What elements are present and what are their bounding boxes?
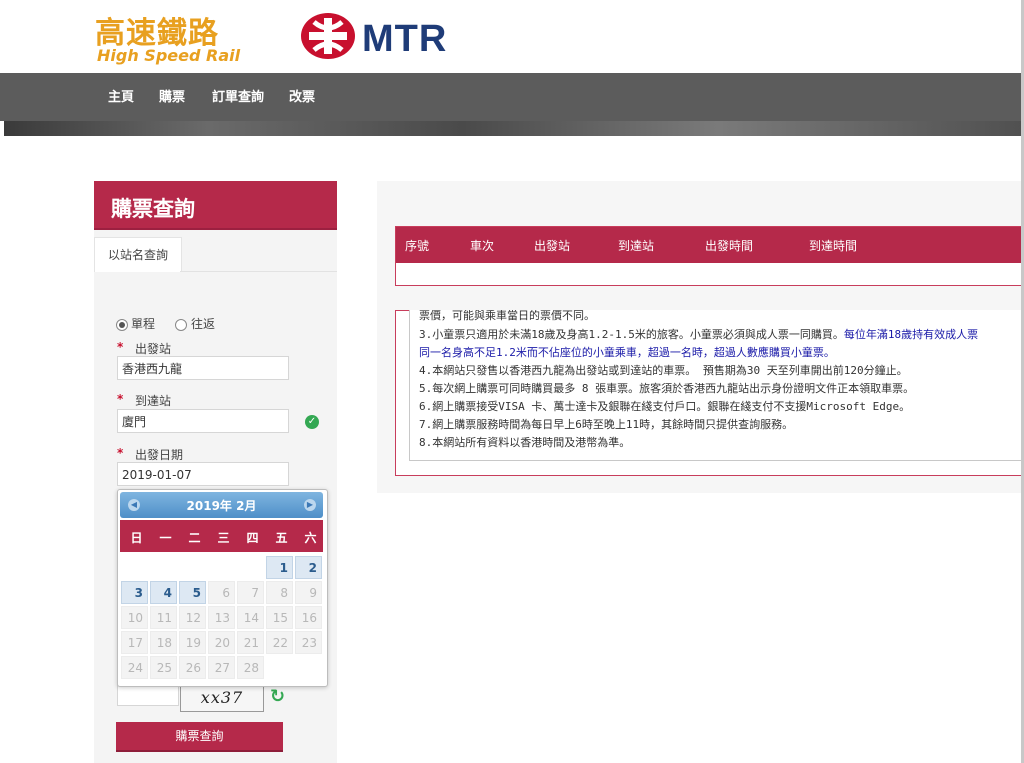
search-panel-title: 購票查詢 <box>111 197 195 221</box>
weekday-label: 三 <box>217 531 230 545</box>
results-table-header: 序號 車次 出發站 到達站 出發時間 到達時間 <box>396 227 1022 263</box>
hsr-logo-english: High Speed Rail <box>97 46 241 65</box>
mtr-wordmark: MTR <box>362 18 448 60</box>
radio-return[interactable] <box>175 319 187 331</box>
calendar-day: 14 <box>237 606 264 629</box>
calendar-day: 10 <box>121 606 148 629</box>
calendar-day: 21 <box>237 631 264 654</box>
calendar-day[interactable]: 2 <box>295 556 322 579</box>
nav-order-inquiry[interactable]: 訂單查詢 <box>212 73 264 121</box>
weekday-label: 一 <box>159 531 172 545</box>
date-label: 出發日期 <box>135 448 184 462</box>
calendar-day: 17 <box>121 631 148 654</box>
notice-line: 8.本網站所有資料以香港時間及港幣為準。 <box>419 436 631 449</box>
calendar-day[interactable]: 5 <box>179 581 206 604</box>
mtr-logo[interactable]: MTR <box>300 12 480 60</box>
notice-line: 7.網上購票服務時間為每日早上6時至晚上11時，其餘時間只提供查詢服務。 <box>419 418 794 431</box>
calendar-day[interactable]: 3 <box>121 581 148 604</box>
weekday-label: 二 <box>188 531 201 545</box>
arrival-station-input[interactable]: 廈門 <box>117 409 289 433</box>
notice-line: 3.小童票只適用於未滿18歲及身高1.2-1.5米的旅客。小童票必須與成人票一同… <box>419 328 979 341</box>
calendar-day: 28 <box>237 656 264 679</box>
radio-one-way-label: 單程 <box>131 317 156 331</box>
calendar-day: 26 <box>179 656 206 679</box>
notice-line: 票價，可能與乘車當日的票價不同。 <box>419 310 595 322</box>
checkmark-icon: ✓ <box>305 415 319 429</box>
calendar-day: 12 <box>179 606 206 629</box>
next-month-icon[interactable]: ▶ <box>304 499 316 511</box>
notice-content: 票價，可能與乘車當日的票價不同。 3.小童票只適用於未滿18歲及身高1.2-1.… <box>409 310 1022 461</box>
ticket-search-button[interactable]: 購票查詢 <box>116 722 283 752</box>
required-mark: * <box>117 340 124 354</box>
calendar-day-grid: 1 2 3 4 5 6 7 8 9 10 11 12 13 14 15 16 17 18 19 20 21 22 23 24 2… <box>120 555 323 683</box>
calendar-day: 8 <box>266 581 293 604</box>
column-header-departure-time: 出發時間 <box>705 239 754 253</box>
results-table: 序號 車次 出發站 到達站 出發時間 到達時間 <box>395 226 1023 286</box>
radio-return-label: 往返 <box>191 317 216 331</box>
calendar-day[interactable]: 1 <box>266 556 293 579</box>
tab-divider <box>180 271 337 272</box>
calendar-day: 16 <box>295 606 322 629</box>
calendar-day: 20 <box>208 631 235 654</box>
calendar-day: 18 <box>150 631 177 654</box>
calendar-day: 24 <box>121 656 148 679</box>
refresh-captcha-icon[interactable]: ↻ <box>270 688 288 706</box>
required-mark: * <box>117 392 124 406</box>
calendar-day[interactable]: 4 <box>150 581 177 604</box>
search-panel-header: 購票查詢 <box>94 181 337 230</box>
column-header-no: 序號 <box>405 239 430 253</box>
captcha-input[interactable] <box>117 684 179 706</box>
column-header-arrival-time: 到達時間 <box>809 239 858 253</box>
required-mark: * <box>117 446 124 460</box>
calendar-day: 22 <box>266 631 293 654</box>
arrival-label: 到達站 <box>135 394 172 408</box>
departure-label: 出發站 <box>135 342 172 356</box>
notice-line: 5.每次網上購票可同時購買最多 8 張車票。旅客須於香港西九龍站出示身份證明文件… <box>419 382 915 395</box>
calendar-day: 23 <box>295 631 322 654</box>
calendar-header: ◀ 2019年 2月 ▶ <box>120 492 323 518</box>
departure-station-input[interactable]: 香港西九龍 <box>117 356 289 380</box>
calendar-day: 19 <box>179 631 206 654</box>
column-header-arrival-station: 到達站 <box>618 239 655 253</box>
calendar-month-title: 2019年 2月 <box>186 499 257 513</box>
radio-one-way[interactable] <box>116 319 128 331</box>
notice-line: 同一名身高不足1.2米而不佔座位的小童乘車，超過一名時，超過人數應購買小童票。 <box>419 346 835 359</box>
weekday-label: 五 <box>275 531 288 545</box>
tab-search-by-station[interactable]: 以站名查詢 <box>94 237 182 272</box>
column-header-train: 車次 <box>470 239 495 253</box>
calendar-day: 13 <box>208 606 235 629</box>
weekday-label: 四 <box>246 531 259 545</box>
calendar-day: 7 <box>237 581 264 604</box>
calendar-day: 9 <box>295 581 322 604</box>
weekday-label: 六 <box>304 531 317 545</box>
hsr-logo[interactable]: 高速鐵路 High Speed Rail <box>95 8 255 65</box>
nav-buy-ticket[interactable]: 購票 <box>159 73 185 121</box>
captcha-image: xx37 <box>180 684 264 712</box>
calendar-day: 6 <box>208 581 235 604</box>
calendar-day: 27 <box>208 656 235 679</box>
notice-line: 6.網上購票接受VISA 卡、萬士達卡及銀聯在綫支付戶口。銀聯在綫支付不支援Mi… <box>419 400 911 413</box>
main-navbar: 主頁 購票 訂單查詢 改票 <box>0 73 1024 121</box>
date-picker: ◀ 2019年 2月 ▶ 日 一 二 三 四 五 六 1 2 3 4 5 6 7 8 9 10 11… <box>117 489 328 687</box>
header-banner-image <box>4 121 1024 136</box>
mtr-symbol-icon <box>301 13 355 59</box>
calendar-day: 11 <box>150 606 177 629</box>
column-header-departure-station: 出發站 <box>534 239 571 253</box>
departure-date-input[interactable]: 2019-01-07 <box>117 462 289 486</box>
nav-home[interactable]: 主頁 <box>108 73 134 121</box>
weekday-label: 日 <box>130 531 143 545</box>
nav-change-ticket[interactable]: 改票 <box>289 73 315 121</box>
calendar-day: 25 <box>150 656 177 679</box>
calendar-day: 15 <box>266 606 293 629</box>
notice-line: 4.本網站只發售以香港西九龍為出發站或到達站的車票。 預售期為30 天至列車開出… <box>419 364 908 377</box>
calendar-weekday-row: 日 一 二 三 四 五 六 <box>120 520 323 552</box>
